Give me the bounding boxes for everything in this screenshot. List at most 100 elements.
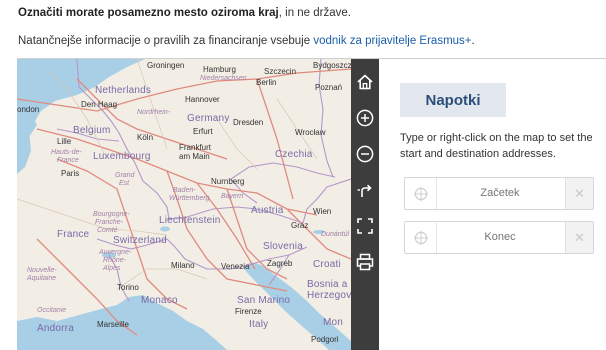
directions-panel: Napotki Type or right-click on the map t… — [379, 59, 606, 350]
map-label-zagreb: Zagreb — [267, 259, 293, 268]
map-label-auvergne: Auvergne- — [99, 249, 132, 256]
map-label-montenegro: Mon — [323, 317, 344, 328]
map-label-hamburg: Hamburg — [203, 65, 236, 74]
map-label-groningen: Groningen — [147, 61, 185, 70]
end-address-input[interactable] — [441, 228, 559, 246]
map-label-auvergne-2: Rhône- — [103, 257, 126, 264]
zoom-in-icon — [356, 109, 374, 127]
map-label-luxembourg: Luxembourg — [93, 151, 151, 162]
fullscreen-button[interactable] — [351, 209, 379, 243]
zoom-out-icon — [356, 145, 374, 163]
map-label-italy: Italy — [249, 319, 269, 330]
map-label-podgorica: Podgori — [311, 335, 339, 344]
map-label-hauts-de-france-2: France — [57, 157, 79, 164]
map-toolbar — [351, 59, 379, 350]
start-address-input[interactable] — [441, 184, 559, 202]
map-label-liechtenstein: Liechtenstein — [159, 215, 221, 226]
map-label-france: France — [57, 229, 90, 240]
zoom-in-button[interactable] — [351, 101, 379, 135]
end-locate-button[interactable] — [405, 222, 437, 253]
map-label-auvergne-3: Alpes — [103, 265, 121, 272]
crosshair-icon — [413, 230, 428, 245]
map-label-berlin: Berlin — [256, 78, 277, 87]
map-label-andorra: Andorra — [37, 323, 74, 334]
map-label-nouvelle-2: Aquitaine — [27, 275, 57, 282]
map-label-san-marino: San Marino — [237, 295, 291, 306]
home-icon — [357, 74, 373, 90]
map-label-london: ondon — [17, 105, 40, 114]
map-label-baden-2: Württemberg — [169, 195, 210, 202]
map-label-den-haag: Den Haag — [81, 100, 118, 109]
info-suffix: . — [471, 35, 475, 47]
map-label-austria: Austria — [251, 205, 284, 216]
map-label-marseille: Marseille — [97, 320, 130, 329]
map-widget: Groningen Hamburg Szczecin Bydgoszcz Nie… — [17, 58, 606, 350]
map-label-netherlands: Netherlands — [95, 85, 152, 96]
map-label-dunantul: Dunántúl — [321, 231, 350, 238]
map-base-svg — [17, 59, 351, 350]
map-label-erfurt: Erfurt — [193, 127, 213, 136]
fullscreen-icon — [357, 218, 373, 234]
zoom-out-button[interactable] — [351, 137, 379, 171]
map-label-bosnia-2: Herzegov — [307, 290, 351, 301]
route-button[interactable] — [351, 173, 379, 207]
end-address-box: ✕ — [404, 221, 594, 254]
map-label-firenze: Firenze — [235, 307, 262, 316]
map-label-croatia: Croati — [313, 259, 341, 270]
start-address-box: ✕ — [404, 177, 594, 210]
map-label-occitanie: Occitanie — [37, 307, 67, 314]
map-label-bosnia: Bosnia a — [307, 279, 348, 290]
crosshair-icon — [413, 186, 428, 201]
end-clear-button[interactable]: ✕ — [565, 222, 593, 253]
map-label-nouvelle: Nouvelle- — [27, 267, 57, 274]
map-label-dresden: Dresden — [233, 118, 264, 127]
map-label-wroclaw: Wrocław — [295, 128, 326, 137]
map-label-niedersachsen: Niedersachsen — [200, 75, 247, 82]
map-label-slovenia: Slovenia — [263, 241, 303, 252]
map-label-torino: Torino — [117, 283, 139, 292]
map-label-szczecin: Szczecin — [264, 67, 297, 76]
map-canvas[interactable]: Groningen Hamburg Szczecin Bydgoszcz Nie… — [17, 59, 351, 350]
map-label-bourgogne: Bourgogne- — [93, 211, 130, 218]
map-label-bayern: Bayern — [221, 193, 244, 200]
map-label-venezia: Venezia — [221, 262, 250, 271]
map-label-grand-est: Grand — [115, 172, 135, 179]
map-label-koln: Köln — [137, 133, 154, 142]
map-label-bydgoszcz: Bydgoszcz — [313, 61, 351, 70]
map-label-switzerland: Switzerland — [113, 235, 167, 246]
map-label-germany: Germany — [187, 113, 230, 124]
applicant-guide-link[interactable]: vodnik za prijavitelje Erasmus+ — [313, 35, 471, 47]
map-label-lille: Lille — [57, 137, 72, 146]
instruction-line: Označiti morate posamezno mesto oziroma … — [18, 7, 351, 19]
map-label-frankfurt-2: am Main — [179, 152, 210, 161]
map-label-graz: Graz — [291, 221, 309, 230]
map-label-monaco: Monaco — [141, 295, 178, 306]
start-locate-button[interactable] — [405, 178, 437, 209]
instruction-bold: Označiti morate posamezno mesto oziroma … — [18, 7, 279, 19]
directions-tab[interactable]: Napotki — [400, 83, 506, 117]
print-icon — [356, 253, 374, 271]
info-prefix: Natančnejše informacije o pravilih za fi… — [18, 35, 314, 47]
home-button[interactable] — [351, 65, 379, 99]
map-label-hauts-de-france: Hauts-de- — [51, 149, 82, 156]
map-label-hannover: Hannover — [185, 95, 220, 104]
map-lake-constance — [160, 226, 170, 232]
route-icon — [357, 184, 372, 197]
map-label-bourgogne-3: Comté — [97, 227, 118, 234]
directions-hint: Type or right-click on the map to set th… — [400, 132, 593, 160]
map-label-bourgogne-2: Franche- — [95, 219, 124, 226]
instruction-rest: , in ne države. — [278, 7, 351, 19]
map-label-czechia: Czechia — [275, 149, 313, 160]
info-line: Natančnejše informacije o pravilih za fi… — [18, 35, 475, 47]
map-label-belgium: Belgium — [73, 125, 111, 136]
map-label-paris: Paris — [61, 169, 80, 178]
start-clear-button[interactable]: ✕ — [565, 178, 593, 209]
map-label-wien: Wien — [313, 207, 332, 216]
map-label-frankfurt: Frankfurt — [179, 143, 212, 152]
map-label-baden: Baden- — [173, 187, 196, 194]
map-label-milano: Milano — [171, 261, 195, 270]
print-button[interactable] — [351, 245, 379, 279]
map-label-poznan: Poznań — [315, 83, 343, 92]
map-label-grand-est-2: Est — [119, 180, 130, 187]
map-label-nurnberg: Nurnberg — [211, 177, 245, 186]
